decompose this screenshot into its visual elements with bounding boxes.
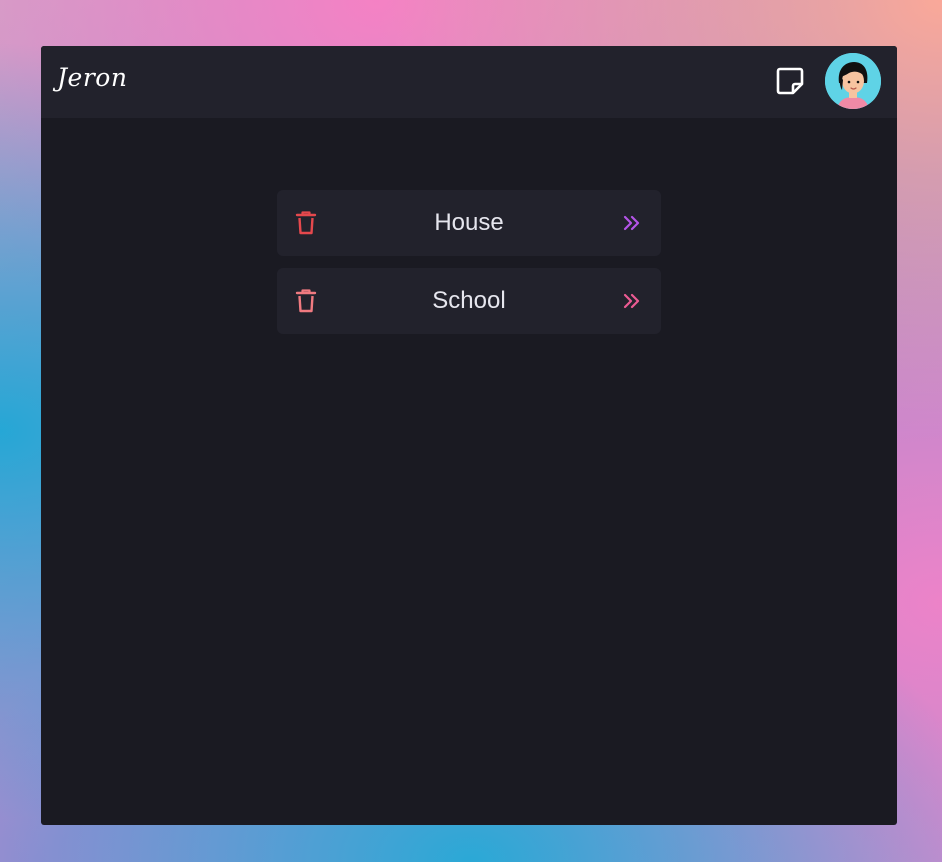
top-bar: Jeron: [41, 46, 897, 118]
list-label: School: [432, 287, 506, 314]
double-chevron-right-icon[interactable]: [621, 212, 643, 234]
brand-logo[interactable]: Jeron: [57, 63, 127, 92]
list-card-house[interactable]: House: [277, 190, 661, 256]
user-avatar[interactable]: [825, 53, 881, 109]
app-window: Jeron House School: [41, 46, 897, 825]
list-card-school[interactable]: School: [277, 268, 661, 334]
list-label: House: [434, 209, 504, 236]
new-note-button[interactable]: [774, 65, 806, 97]
sticky-note-icon: [776, 67, 804, 95]
trash-icon[interactable]: [294, 288, 318, 314]
double-chevron-right-icon[interactable]: [621, 290, 643, 312]
avatar-face-icon: [825, 53, 881, 109]
trash-icon[interactable]: [294, 210, 318, 236]
list-collection: House School: [277, 190, 661, 346]
